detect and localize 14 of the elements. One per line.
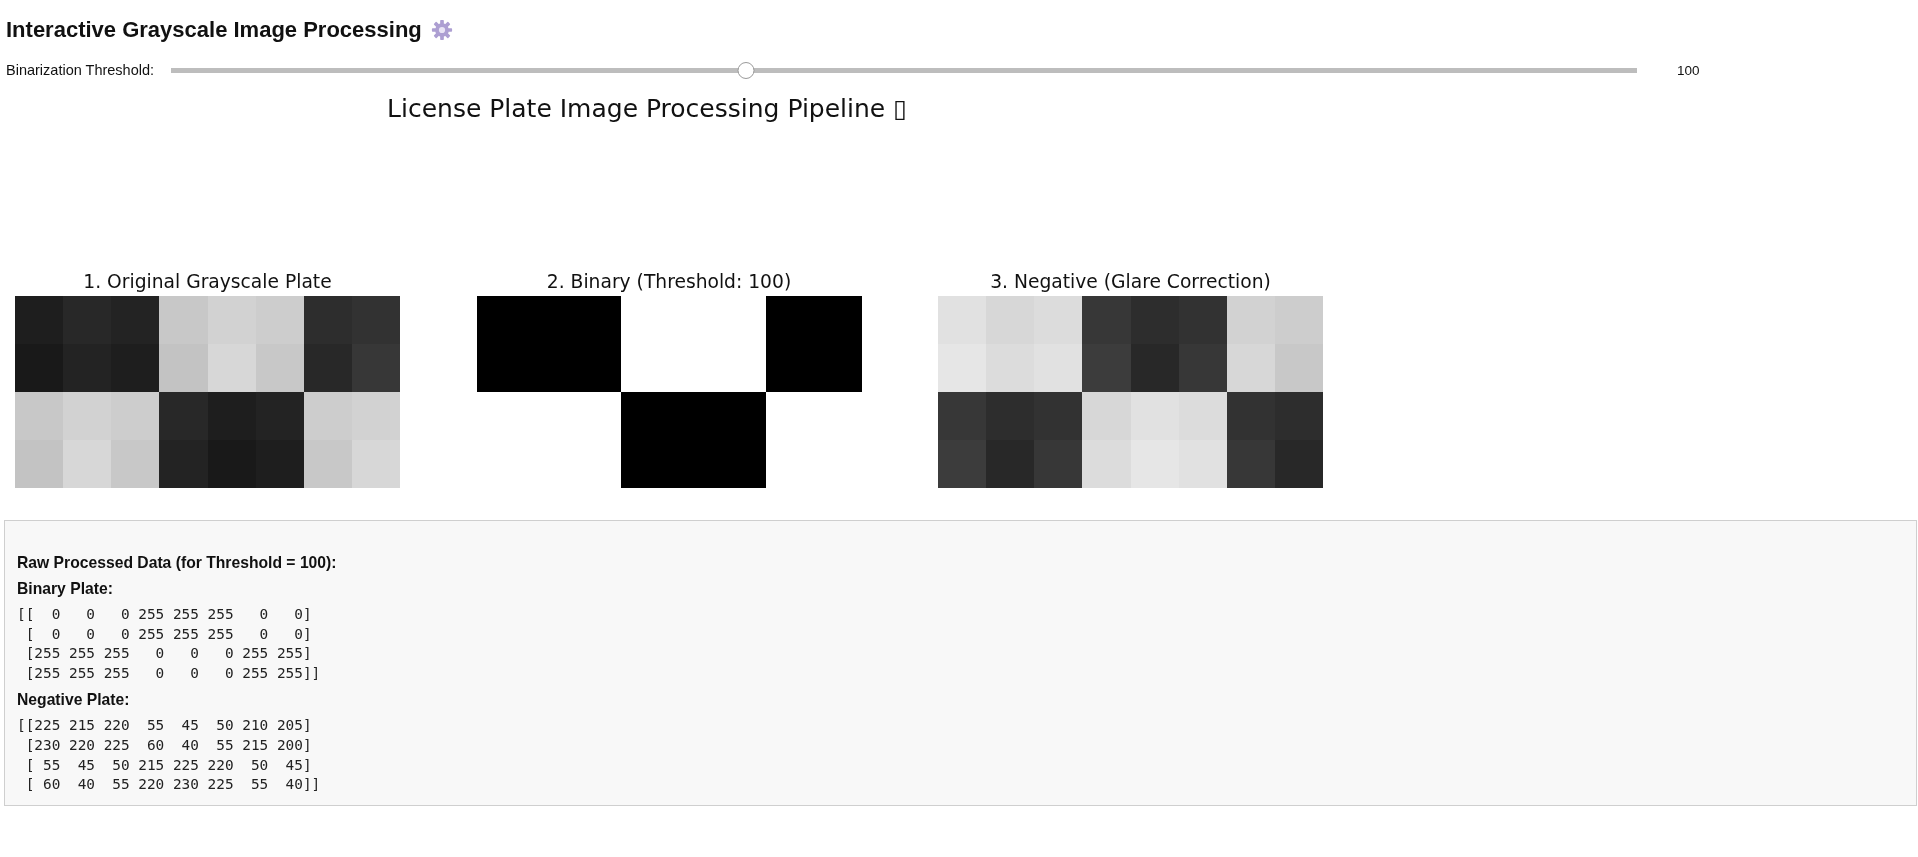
output-heading: Raw Processed Data (for Threshold = 100): [17,554,338,572]
matrix-text: [[225 215 220 55 45 50 210 205] [230 220 225 60 40 55 215 200] [ 55 45 50 215 225 220 50 45] [ 60 40 55 220 230 225 55 40]] [17,716,321,795]
gear-icon [430,19,453,41]
panel-title: 2. Binary (Threshold: 100) [546,271,792,293]
figure-title: License Plate Image Processing Pipeline ▯ [386,95,908,123]
matrix-label: Binary Plate: [17,580,114,598]
panel-title: 1. Original Grayscale Plate [83,271,332,293]
panel-title: 3. Negative (Glare Correction) [990,271,1271,293]
slider-value: 100 [1677,62,1700,79]
matrix-label: Negative Plate: [17,691,131,710]
page-title: Interactive Grayscale Image Processing [6,18,422,42]
matrix-text: [[ 0 0 0 255 255 255 0 0] [ 0 0 0 255 255 255 0 0] [255 255 255 0 0 0 255 255] [255 255 255 0 0 0 255 255]] [17,605,321,683]
slider-label: Binarization Threshold: [6,62,156,79]
slider-thumb[interactable] [737,62,755,79]
